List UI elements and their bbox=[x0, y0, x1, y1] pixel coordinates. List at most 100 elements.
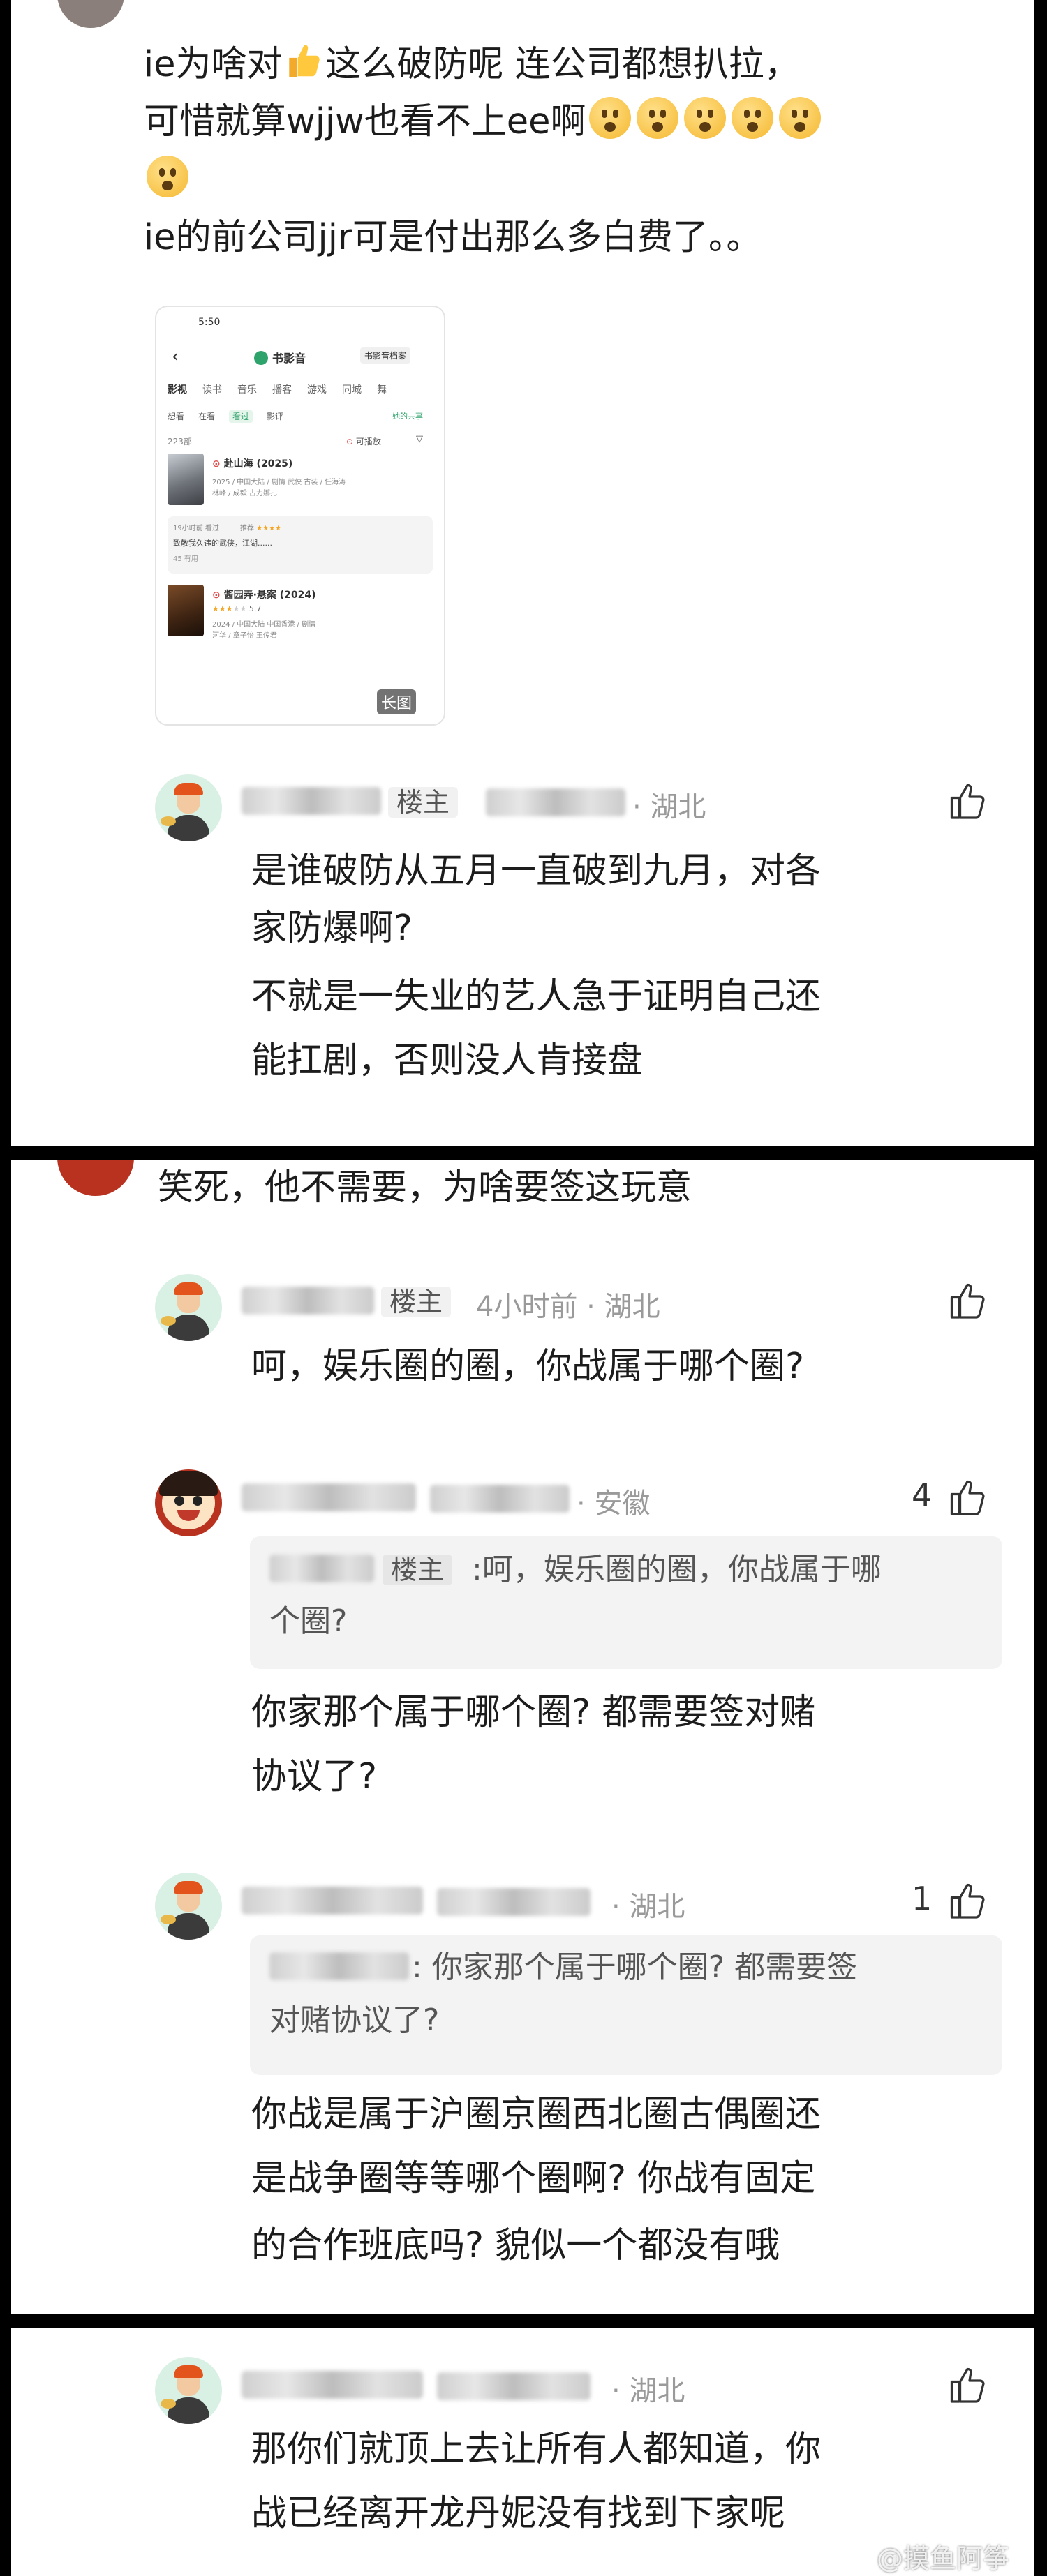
reply-text-2: 协议了? bbox=[251, 1756, 378, 1797]
subtab-want[interactable]: 想看 bbox=[168, 412, 184, 421]
shot-title-text: 书影音 bbox=[272, 352, 306, 365]
comment-panel-2: 笑死，他不需要，为啥要签这玩意 楼主 4小时前 · 湖北 呵，娱乐圈的圈，你战属… bbox=[11, 1160, 1034, 2314]
tab-books[interactable]: 读书 bbox=[202, 384, 222, 396]
reply-text-2: 家防爆啊? bbox=[251, 908, 413, 949]
filter-icon[interactable]: ▽ bbox=[416, 434, 423, 444]
blurred-time bbox=[486, 788, 625, 816]
subtab-watching[interactable]: 在看 bbox=[198, 412, 215, 421]
reply-location: · 湖北 bbox=[611, 1891, 685, 1923]
subtab-watched[interactable]: 看过 bbox=[229, 410, 253, 423]
share-button[interactable]: 她的共享 bbox=[392, 410, 423, 421]
reply-text-4: 能扛剧，否则没人肯接盘 bbox=[251, 1040, 644, 1081]
thumbs-up-icon[interactable] bbox=[946, 2364, 988, 2406]
tab-dance[interactable]: 舞 bbox=[377, 384, 387, 396]
item2-meta-2: 河华 / 章子怡 王传君 bbox=[212, 632, 277, 640]
reply-text-1: 是谁破防从五月一直破到九月，对各 bbox=[251, 851, 822, 892]
blurred-time bbox=[437, 2372, 591, 2400]
quote-text-1: :呵，娱乐圈的圈，你战属于哪 bbox=[472, 1552, 882, 1587]
avatar[interactable] bbox=[155, 1873, 222, 1940]
item2-score: 5.7 bbox=[248, 604, 262, 613]
reply-time-location: 4小时前 · 湖北 bbox=[476, 1291, 660, 1323]
review-status: 看过 bbox=[205, 525, 219, 532]
review-text: 致敬我久违的武侠，江湖...... bbox=[173, 539, 272, 548]
post-text-line-3: ie的前公司jjr可是付出那么多白费了。。 bbox=[144, 217, 762, 258]
play-icon: ⊙ bbox=[346, 437, 354, 447]
reply-location: · 湖北 bbox=[611, 2375, 685, 2407]
avatar-partial[interactable] bbox=[57, 1160, 134, 1196]
location-text: 湖北 bbox=[629, 2375, 685, 2407]
post-text-1a: ie为啥对 bbox=[144, 44, 283, 85]
thumbs-up-icon[interactable] bbox=[946, 1476, 988, 1518]
avatar[interactable] bbox=[155, 1469, 222, 1536]
item2-title[interactable]: ⊙ 酱园弄·悬案 (2024) bbox=[212, 587, 316, 601]
item1-title[interactable]: ⊙ 赴山海 (2025) bbox=[212, 456, 292, 470]
avatar-partial[interactable] bbox=[57, 0, 124, 28]
back-icon[interactable]: ‹ bbox=[172, 346, 179, 367]
thumbs-up-icon[interactable] bbox=[946, 1880, 988, 1922]
op-badge: 楼主 bbox=[388, 787, 459, 818]
tab-movies[interactable]: 影视 bbox=[168, 384, 187, 396]
reply-text-1: 你家那个属于哪个圈? 都需要签对赌 bbox=[251, 1692, 816, 1733]
long-image-badge: 长图 bbox=[377, 689, 417, 714]
archive-label: 书影音档案 bbox=[364, 351, 407, 361]
post-text-1b: 这么破防呢 连公司都想扒拉， bbox=[325, 44, 800, 85]
quote-text-2: 个圈? bbox=[269, 1603, 348, 1639]
poster-2[interactable] bbox=[168, 585, 204, 636]
archive-button[interactable]: 书影音档案 bbox=[360, 347, 411, 364]
review-rating: 推荐 ★★★★ bbox=[240, 522, 281, 532]
comment-panel-3: · 湖北 那你们就顶上去让所有人都知道，你 战已经离开龙丹妮没有找到下家呢 @摸… bbox=[11, 2328, 1034, 2576]
post-text-line-1: ie为啥对 这么破防呢 连公司都想扒拉， bbox=[144, 36, 800, 93]
reply-text-1: 你战是属于沪圈京圈西北圈古偶圈还 bbox=[251, 2094, 822, 2135]
star-rating-icon: ★★★★ bbox=[256, 525, 282, 532]
frown-emoji-icon bbox=[683, 97, 726, 139]
attached-screenshot[interactable]: 5:50 ‹ 书影音 书影音档案 影视 读书 音乐 播客 游戏 同城舞 想看 在看 看过 影评 … bbox=[155, 306, 445, 726]
blurred-quote-user bbox=[269, 1555, 374, 1582]
item1-title-text: 赴山海 (2025) bbox=[223, 458, 293, 470]
thumbs-up-icon[interactable] bbox=[946, 1280, 988, 1321]
avatar[interactable] bbox=[155, 2357, 222, 2424]
frown-emoji-icon bbox=[731, 97, 773, 139]
item2-meta-1: 2024 / 中国大陆 中国香港 / 剧情 bbox=[212, 621, 316, 629]
location-text: 湖北 bbox=[650, 791, 706, 823]
star-rating-icon: ★★★ bbox=[212, 604, 233, 613]
blurred-time bbox=[437, 1888, 591, 1916]
frown-emoji-icon bbox=[636, 97, 678, 139]
op-badge: 楼主 bbox=[383, 1555, 453, 1585]
avatar[interactable] bbox=[155, 774, 222, 841]
playable-filter[interactable]: ⊙ 可播放 bbox=[346, 435, 381, 447]
post-text-line-2: 可惜就算wjjw也看不上ee啊 bbox=[144, 93, 824, 151]
subtab-reviews[interactable]: 影评 bbox=[267, 412, 283, 421]
tab-music[interactable]: 音乐 bbox=[237, 384, 257, 396]
thumbs-up-icon[interactable] bbox=[946, 780, 988, 822]
reply-text-2: 是战争圈等等哪个圈啊? 你战有固定 bbox=[251, 2158, 816, 2199]
review-time: 19小时前 bbox=[173, 525, 203, 532]
watermark: @摸鱼阿筝 bbox=[877, 2543, 1010, 2574]
location-text: 安徽 bbox=[594, 1488, 651, 1520]
playable-label: 可播放 bbox=[355, 437, 381, 447]
poster-1[interactable] bbox=[168, 454, 204, 505]
frown-emoji-icon bbox=[588, 97, 631, 139]
avatar[interactable] bbox=[155, 1274, 222, 1341]
blurred-username bbox=[242, 1483, 416, 1511]
shot-tabs: 影视 读书 音乐 播客 游戏 同城 舞 bbox=[168, 382, 387, 396]
quote-text-1: : 你家那个属于哪个圈? 都需要签 bbox=[412, 1949, 858, 1985]
tab-podcast[interactable]: 播客 bbox=[272, 384, 292, 396]
review-rating-label: 推荐 bbox=[240, 525, 254, 532]
blurred-username bbox=[242, 1287, 374, 1315]
tab-local[interactable]: 同城 bbox=[342, 384, 362, 396]
shot-title: 书影音 bbox=[254, 349, 306, 366]
item2-rating: ★★★★★ 5.7 bbox=[212, 604, 261, 613]
comment-panel-1: ie为啥对 这么破防呢 连公司都想扒拉， 可惜就算wjjw也看不上ee啊 ie的前… bbox=[11, 0, 1034, 1146]
app-logo-icon bbox=[254, 351, 268, 365]
star-empty-icon: ★★ bbox=[232, 604, 247, 613]
status-time: 5:50 bbox=[198, 317, 221, 328]
reply-text-1: 那你们就顶上去让所有人都知道，你 bbox=[251, 2429, 822, 2470]
comment-text: 笑死，他不需要，为啥要签这玩意 bbox=[158, 1167, 692, 1208]
frown-emoji-icon bbox=[778, 97, 821, 139]
reply-text-3: 的合作班底吗? 貌似一个都没有哦 bbox=[251, 2225, 780, 2266]
item1-meta-2: 林峰 / 成毅 古力娜扎 bbox=[212, 490, 277, 497]
tab-games[interactable]: 游戏 bbox=[307, 384, 327, 396]
like-count: 4 bbox=[912, 1476, 933, 1514]
reply-location: · 湖北 bbox=[632, 791, 706, 823]
reply-text: 呵，娱乐圈的圈，你战属于哪个圈? bbox=[251, 1346, 805, 1387]
